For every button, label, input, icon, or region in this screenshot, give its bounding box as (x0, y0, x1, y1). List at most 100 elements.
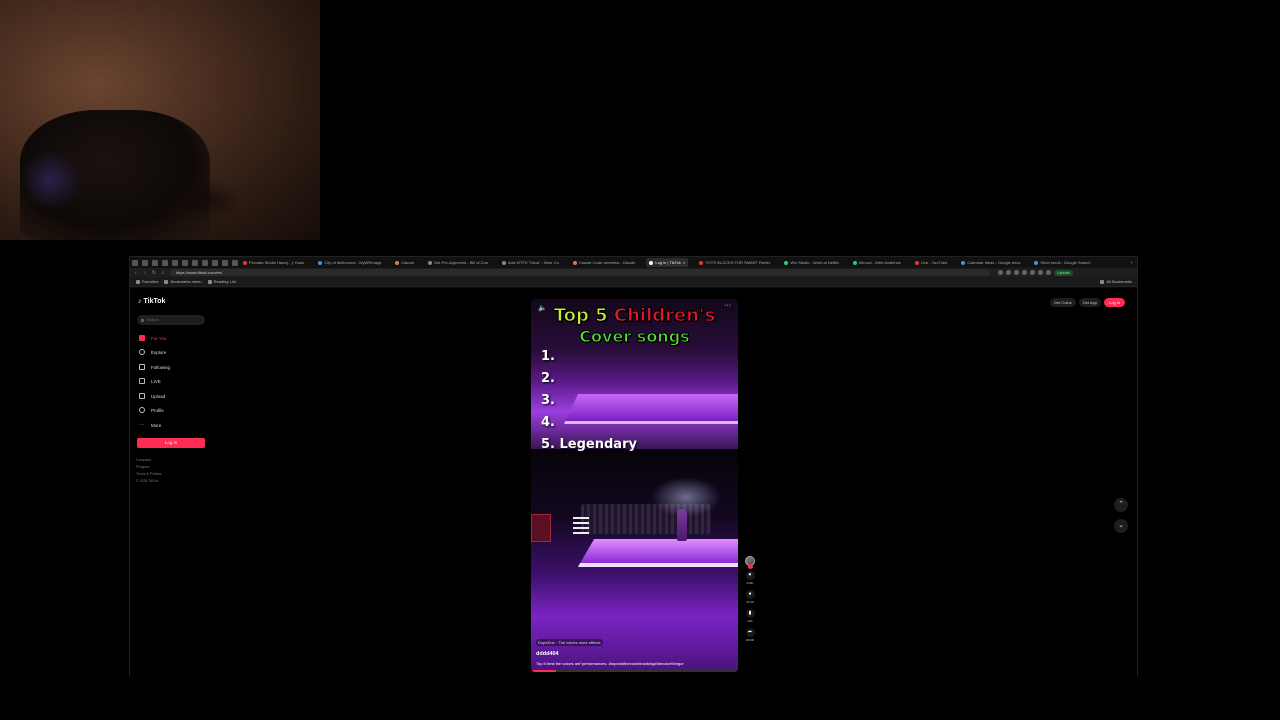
search-input[interactable]: Search (137, 315, 205, 325)
all-bookmarks[interactable]: All Bookmarks (1100, 279, 1132, 284)
back-icon[interactable]: ‹ (133, 270, 139, 276)
tab-label: Live - YouTube (920, 260, 948, 265)
browser-tab[interactable]: Claude Code overview - Claude (570, 258, 638, 267)
bookmark-favorites[interactable]: Favorites (136, 279, 158, 284)
bookmark-reading-list[interactable]: Reading List (207, 279, 236, 284)
live-icon (139, 378, 145, 384)
sidebar-item-live[interactable]: LIVE (139, 378, 161, 384)
footer-terms-link[interactable]: Terms & Policies (136, 472, 162, 476)
browser-tab[interactable]: Calendar ideas - Google docs (958, 258, 1023, 267)
sidebar-item-more[interactable]: ··· More (139, 422, 161, 428)
sidebar-login-button[interactable]: Log in (137, 438, 205, 448)
video-action-bar: ♥ 235K ● 15.4K ▮ 33K ➦ 36000 (743, 556, 757, 642)
browser-tab[interactable]: TOYS BLOCKS FOR SMART Remix (696, 258, 773, 267)
reading-list-icon (207, 279, 212, 284)
tab-strip: Peccato Studio Hand(…) Youtu City of Melb… (130, 257, 1137, 268)
tab-label: Peccato Studio Hand(…) Youtu (249, 260, 305, 265)
share-icon[interactable]: ➦ (745, 628, 755, 637)
profile-icon (139, 407, 145, 413)
browser-tab[interactable]: Add WTFS "Deck" - Beer Co (499, 258, 562, 267)
webcam-overlay (0, 0, 320, 240)
pinned-tab-icon[interactable] (202, 259, 208, 266)
webcam-chair-arm (160, 180, 240, 220)
forward-icon[interactable]: › (142, 270, 148, 276)
browser-tab[interactable]: Wix Studio - Work at Netflix (781, 258, 842, 267)
browser-tab[interactable]: Short scroll - Google Search (1031, 258, 1093, 267)
new-tab-icon[interactable]: + (1131, 260, 1133, 265)
browser-tab[interactable]: Meucci - Web Audience (850, 258, 904, 267)
browser-window: Peccato Studio Hand(…) Youtu City of Melb… (129, 256, 1138, 677)
sidebar-item-for-you[interactable]: For You (139, 335, 167, 341)
sidebar-item-following[interactable]: Following (139, 364, 170, 370)
pinned-tab-icon[interactable] (232, 259, 238, 266)
chevron-down-icon: ⌄ (1118, 522, 1124, 529)
video-player[interactable]: Top 5 Children's Cover songs 1. 2. 3. 4.… (531, 299, 738, 672)
tab-label: Add WTFS "Deck" - Beer Co (508, 260, 559, 265)
close-tab-icon[interactable]: × (683, 260, 685, 265)
browser-tab[interactable]: Peccato Studio Hand(…) Youtu (240, 258, 307, 267)
pinned-tab-icon[interactable] (192, 259, 198, 266)
following-icon (139, 364, 145, 370)
browser-tab[interactable]: Claude (392, 258, 417, 267)
comment-icon[interactable]: ● (745, 590, 755, 599)
sidebar-toggle-icon[interactable] (132, 259, 138, 266)
previous-video-button[interactable]: ⌃ (1114, 498, 1128, 512)
pinned-tab-icon[interactable] (152, 259, 158, 266)
footer-company-link[interactable]: Company (136, 458, 151, 462)
share-action[interactable]: ➦ 36000 (745, 628, 755, 642)
home-icon[interactable]: ⌂ (160, 270, 166, 276)
extension-icon[interactable] (1014, 270, 1019, 275)
like-action[interactable]: ♥ 235K (745, 571, 755, 585)
extension-icon[interactable] (1022, 270, 1027, 275)
video-stage-bottom (577, 539, 738, 567)
get-app-button[interactable]: Get App (1078, 298, 1102, 307)
heart-icon[interactable]: ♥ (745, 571, 755, 580)
bookmark-menu[interactable]: Bookmarks menu (164, 279, 202, 284)
tab-label: Wix Studio - Work at Netflix (790, 260, 839, 265)
sidebar-item-explore[interactable]: Explore (139, 349, 166, 355)
pinned-tab-icon[interactable] (182, 259, 188, 266)
video-singer (677, 509, 687, 541)
footer-program-link[interactable]: Program (136, 465, 149, 469)
tiktok-logo[interactable]: ♪ TikTok (138, 298, 165, 305)
tab-label: TOYS BLOCKS FOR SMART Remix (705, 260, 771, 265)
get-coins-button[interactable]: Get Coins (1049, 298, 1076, 307)
tab-label: City of Melbourne - MyWRmapp (324, 260, 382, 265)
next-video-button[interactable]: ⌄ (1114, 519, 1128, 533)
compass-icon (139, 349, 145, 355)
header-login-button[interactable]: Log in (1104, 298, 1125, 307)
follow-plus-icon[interactable] (748, 564, 753, 569)
tab-group-icon[interactable] (142, 259, 148, 266)
browser-tab[interactable]: Live - YouTube (912, 258, 951, 267)
extension-icon[interactable] (998, 270, 1003, 275)
more-options-icon[interactable]: ··· (724, 302, 731, 309)
extension-icon[interactable] (1038, 270, 1043, 275)
volume-icon[interactable]: 🔈 (538, 304, 547, 312)
pinned-tab-icon[interactable] (222, 259, 228, 266)
extension-icon[interactable] (1046, 270, 1051, 275)
bookmark-icon[interactable]: ▮ (745, 609, 755, 618)
creator-avatar[interactable] (745, 556, 755, 569)
browser-tab[interactable]: Log in | TikTok × (646, 258, 689, 267)
pinned-tab-icon[interactable] (162, 259, 168, 266)
sound-chip[interactable]: DopeDux · The voices more effects (536, 639, 603, 646)
update-button[interactable]: Update (1054, 269, 1073, 276)
browser-tab[interactable]: City of Melbourne - MyWRmapp (315, 258, 384, 267)
sidebar-item-profile[interactable]: Profile (139, 407, 164, 413)
pinned-tab-icon[interactable] (172, 259, 178, 266)
comment-action[interactable]: ● 15.4K (745, 590, 755, 604)
sidebar-item-upload[interactable]: Upload (139, 393, 165, 399)
reload-icon[interactable]: ↻ (151, 270, 157, 276)
extension-icon[interactable] (1006, 270, 1011, 275)
video-author[interactable]: dddd404 (536, 651, 559, 657)
video-progress-bar[interactable] (531, 670, 738, 672)
address-bar[interactable]: https://www.tiktok.com/en/ (170, 269, 990, 276)
search-icon (141, 318, 144, 322)
save-action[interactable]: ▮ 33K (745, 609, 755, 623)
bookmarks-bar: Favorites Bookmarks menu Reading List Al… (130, 277, 1137, 287)
video-caption: Top 5 best the voices are"performances. … (536, 661, 684, 666)
browser-tab[interactable]: Get Pre-Approved - Bill of Cue (425, 258, 491, 267)
extension-icon[interactable] (1030, 270, 1035, 275)
pinned-tab-icon[interactable] (212, 259, 218, 266)
tab-favicon-icon (699, 260, 704, 265)
